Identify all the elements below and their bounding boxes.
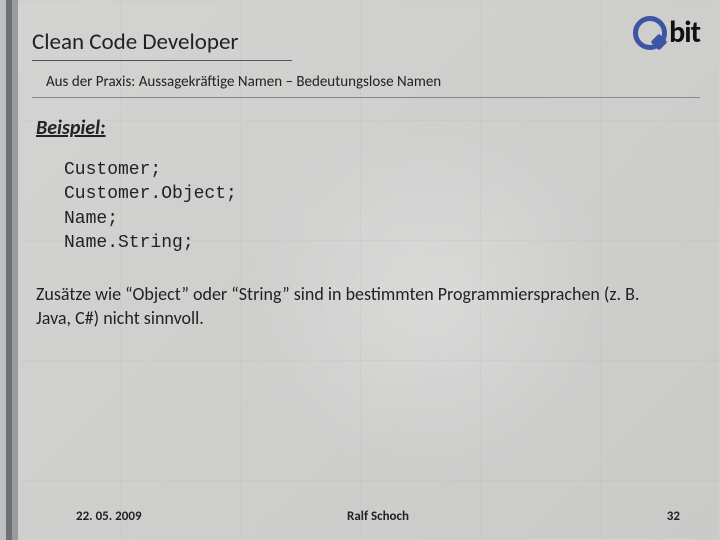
logo-q-icon xyxy=(633,16,667,50)
slide-title: Clean Code Developer xyxy=(32,28,292,61)
slide-content: Beispiel: Customer; Customer.Object; Nam… xyxy=(18,98,720,330)
slide-header: Clean Code Developer bit xyxy=(18,0,720,63)
footer-date: 22. 05. 2009 xyxy=(76,509,277,524)
qbit-logo: bit xyxy=(633,14,700,51)
slide-container: Clean Code Developer bit Aus der Praxis:… xyxy=(18,0,720,540)
slide-footer: 22. 05. 2009 Ralf Schoch 32 xyxy=(36,509,720,524)
footer-author: Ralf Schoch xyxy=(277,509,478,524)
body-text: Zusätze wie “Object” oder “String” sind … xyxy=(36,283,676,330)
footer-page-number: 32 xyxy=(479,509,680,524)
logo-text: bit xyxy=(669,14,700,51)
code-block: Customer; Customer.Object; Name; Name.St… xyxy=(64,158,690,255)
example-label: Beispiel: xyxy=(36,116,690,140)
slide-subtitle: Aus der Praxis: Aussagekräftige Namen – … xyxy=(32,69,700,98)
left-stripe-decoration xyxy=(0,0,18,540)
